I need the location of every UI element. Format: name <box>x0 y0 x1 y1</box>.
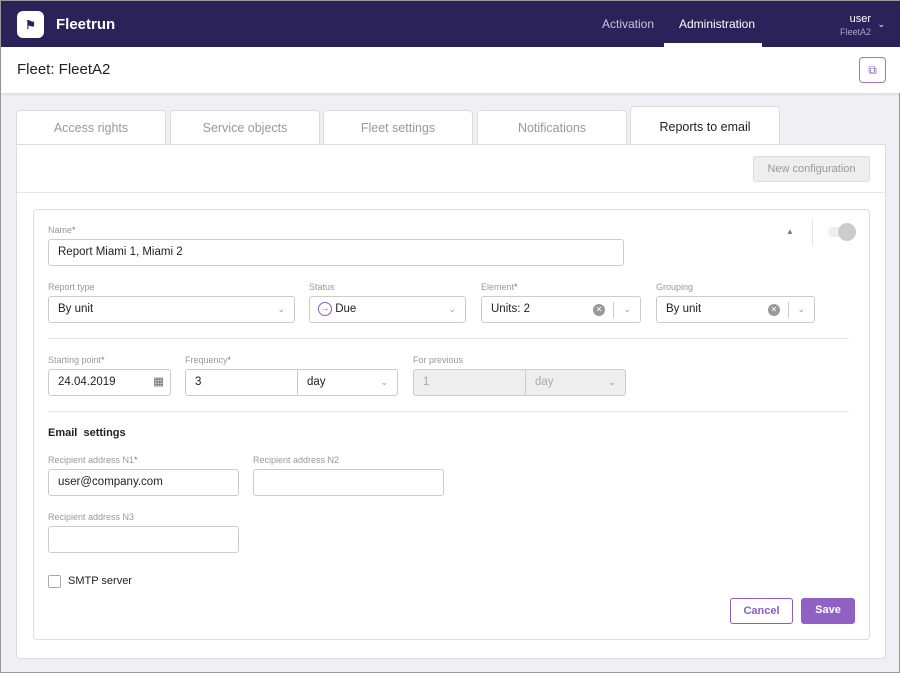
element-select[interactable]: Units: 2 ✕ ⌄ <box>481 296 641 323</box>
user-menu[interactable]: user FleetA2 <box>840 13 871 37</box>
chevron-down-icon: ⌄ <box>380 377 388 387</box>
frequency-input[interactable]: 3 day ⌄ <box>185 369 398 396</box>
chevron-down-icon: ⌄ <box>797 304 805 314</box>
for-previous-value: 1 <box>423 376 430 388</box>
cancel-button[interactable]: Cancel <box>730 598 793 624</box>
grouping-value: By unit <box>666 303 702 315</box>
divider <box>812 220 813 246</box>
element-label: Element* <box>481 282 518 292</box>
recipient-3-input[interactable] <box>48 526 239 553</box>
status-label: Status <box>309 282 335 292</box>
frequency-unit-select[interactable]: day <box>297 370 326 395</box>
clear-icon[interactable]: ✕ <box>593 304 605 316</box>
email-settings-heading: Email settings <box>48 427 126 439</box>
collapse-icon[interactable]: ▲ <box>786 227 794 236</box>
page-title: Fleet: FleetA2 <box>17 61 111 78</box>
top-bar: ⚑ Fleetrun Activation Administration use… <box>1 1 900 47</box>
calendar-icon[interactable]: ▦ <box>153 370 164 395</box>
for-previous-label: For previous <box>413 355 464 365</box>
recipient-2-label: Recipient address N2 <box>253 455 340 465</box>
report-type-value: By unit <box>58 303 94 315</box>
for-previous-unit: day <box>525 370 554 395</box>
smtp-label: SMTP server <box>68 575 132 587</box>
chevron-down-icon: ⌄ <box>277 304 285 314</box>
for-previous-input: 1 day ⌄ <box>413 369 626 396</box>
copy-button[interactable]: ⧉ <box>859 57 886 83</box>
name-input[interactable]: Report Miami 1, Miami 2 <box>48 239 624 266</box>
recipient-2-input[interactable] <box>253 469 444 496</box>
page-header: Fleet: FleetA2 ⧉ <box>1 47 900 93</box>
nav-administration[interactable]: Administration <box>679 17 755 31</box>
chevron-down-icon[interactable]: ⌄ <box>877 19 885 30</box>
nav-activation[interactable]: Activation <box>602 17 654 31</box>
tab-service-objects[interactable]: Service objects <box>170 110 320 144</box>
name-label: Name* <box>48 225 76 235</box>
status-value: Due <box>335 303 357 315</box>
element-value: Units: 2 <box>491 303 530 315</box>
frequency-value: 3 <box>195 376 202 388</box>
recipient-3-label: Recipient address N3 <box>48 512 135 522</box>
recipient-1-input[interactable]: user@company.com <box>48 469 239 496</box>
new-configuration-button[interactable]: New configuration <box>753 156 870 182</box>
divider <box>48 411 849 412</box>
smtp-checkbox[interactable] <box>48 575 61 588</box>
enable-toggle[interactable] <box>828 223 856 241</box>
brand: Fleetrun <box>56 16 116 33</box>
user-fleet: FleetA2 <box>839 27 871 37</box>
copy-icon: ⧉ <box>868 63 877 77</box>
tab-fleet-settings[interactable]: Fleet settings <box>323 110 473 144</box>
recipient-1-label: Recipient address N1* <box>48 455 138 465</box>
chevron-down-icon: ⌄ <box>623 304 631 314</box>
starting-point-input[interactable]: 24.04.2019 ▦ <box>48 369 171 396</box>
chevron-down-icon: ⌄ <box>608 377 616 387</box>
divider <box>17 192 885 193</box>
tab-reports-to-email[interactable]: Reports to email <box>630 106 780 145</box>
report-type-select[interactable]: By unit ⌄ <box>48 296 295 323</box>
chevron-down-icon: ⌄ <box>448 304 456 314</box>
starting-point-label: Starting point* <box>48 355 105 365</box>
tab-access-rights[interactable]: Access rights <box>16 110 166 144</box>
clear-icon[interactable]: ✕ <box>768 304 780 316</box>
logo-icon: ⚑ <box>17 11 44 38</box>
grouping-label: Grouping <box>656 282 694 292</box>
arrow-right-icon: → <box>318 301 332 316</box>
status-select[interactable]: → Due ⌄ <box>309 296 466 323</box>
report-type-label: Report type <box>48 282 95 292</box>
configuration-card: Name* Report Miami 1, Miami 2 ▲ Report t… <box>33 209 870 640</box>
reports-panel: New configuration Name* Report Miami 1, … <box>16 144 886 659</box>
grouping-select[interactable]: By unit ✕ ⌄ <box>656 296 815 323</box>
user-name: user <box>849 13 871 25</box>
divider <box>48 338 849 339</box>
tab-notifications[interactable]: Notifications <box>477 110 627 144</box>
starting-point-value: 24.04.2019 <box>58 376 116 388</box>
frequency-label: Frequency* <box>185 355 232 365</box>
save-button[interactable]: Save <box>801 598 855 624</box>
